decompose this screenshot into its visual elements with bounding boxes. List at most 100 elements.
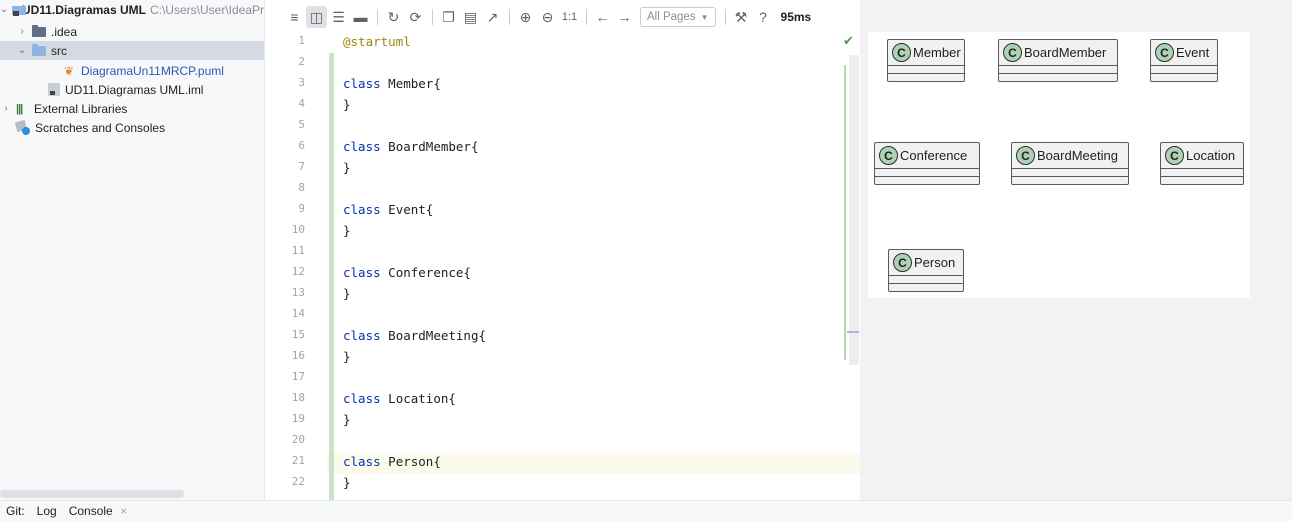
line-number: 1 [298,34,305,47]
close-icon[interactable]: × [120,504,127,518]
uml-class-name: BoardMeeting [1037,148,1118,163]
code-text: Person{ [380,454,441,469]
code-line[interactable]: } [343,94,351,115]
uml-class-member[interactable]: C Member [887,39,965,82]
copy-diagram-icon[interactable]: ❐ [438,6,459,28]
chevron-right-icon[interactable]: › [16,26,28,37]
toolbar-separator [509,9,510,25]
code-line[interactable]: class Member{ [343,73,441,94]
uml-class-person[interactable]: C Person [888,249,964,292]
scratches-icon [16,121,30,135]
uml-class-conference[interactable]: C Conference [874,142,980,185]
tree-item-project-root[interactable]: ⌄ UD11.Diagramas UML C:\Users\User\IdeaP… [0,0,264,19]
tree-item-label: src [51,43,67,58]
module-icon [12,4,26,16]
git-label: Git: [6,504,25,518]
tree-item-external-libraries[interactable]: › ||| External Libraries [0,99,264,118]
code-line[interactable]: class Location{ [343,388,456,409]
gutter-spacer [329,30,334,53]
tree-item-iml-file[interactable]: UD11.Diagramas UML.iml [0,80,264,99]
line-number: 19 [291,412,305,425]
code-line[interactable]: } [343,283,351,304]
code-editor[interactable]: 1 2 3 4 5 6 7 8 9 10 11 12 13 14 15 16 17 18 19 20 21 22 @sta… [264,0,861,500]
tree-item-src[interactable]: ⌄ src [0,41,264,60]
chevron-down-icon[interactable]: ⌄ [0,4,8,15]
code-text: Conference{ [380,265,471,280]
code-line[interactable]: class BoardMember{ [343,136,478,157]
zoom-out-icon[interactable]: ⊖ [537,6,558,28]
uml-class-name: Event [1176,45,1210,60]
save-diagram-icon[interactable]: ▤ [460,6,481,28]
code-text: } [343,349,351,364]
code-text: } [343,412,351,427]
next-page-icon[interactable]: → [614,6,635,28]
code-line[interactable]: @startuml [343,31,411,52]
code-line[interactable]: } [343,346,351,367]
code-line[interactable]: } [343,472,351,493]
settings-wrench-icon[interactable]: ⚒ [731,6,752,28]
code-line[interactable]: class Event{ [343,199,433,220]
code-line[interactable]: class BoardMeeting{ [343,325,486,346]
fields-section [889,275,963,283]
code-line[interactable]: } [343,157,351,178]
tab-log[interactable]: Log [37,504,57,518]
line-number: 21 [291,454,305,467]
actual-size-button[interactable]: 1:1 [559,6,580,28]
code-keyword: class [343,76,381,91]
preview-only-layout-icon[interactable]: ☰ [328,6,349,28]
line-number: 22 [291,475,305,488]
previous-page-icon[interactable]: ← [592,6,613,28]
vcs-change-marker[interactable] [329,53,334,500]
code-line[interactable]: } [343,220,351,241]
chevron-down-icon[interactable]: ⌄ [16,45,28,56]
auto-refresh-icon[interactable]: ⟳ [405,6,426,28]
code-line[interactable]: class Conference{ [343,262,471,283]
refresh-icon[interactable]: ↻ [383,6,404,28]
help-button[interactable]: ? [753,6,774,28]
line-number-gutter: 1 2 3 4 5 6 7 8 9 10 11 12 13 14 15 16 17 18 19 20 21 22 [265,30,325,500]
line-number: 3 [298,76,305,89]
code-text: BoardMember{ [380,139,479,154]
methods-section [875,176,979,184]
uml-class-boardmeeting[interactable]: C BoardMeeting [1011,142,1129,185]
uml-class-location[interactable]: C Location [1160,142,1244,185]
plantuml-file-icon: ❦ [63,63,75,78]
uml-class-boardmember[interactable]: C BoardMember [998,39,1118,82]
line-number: 2 [298,55,305,68]
tree-item-label: External Libraries [34,101,128,116]
plantuml-toolbar: ≡ ◫ ☰ ▬ ↻ ⟳ ❐ ▤ ↗ ⊕ ⊖ 1:1 ← → All Pages … [284,5,811,29]
tree-item-label: UD11.Diagramas UML.iml [65,82,204,97]
uml-class-event[interactable]: C Event [1150,39,1218,82]
tab-console[interactable]: Console × [69,504,127,518]
render-time-label: 95ms [780,10,812,24]
scrollbar-caret-marker [847,331,859,333]
tree-item-scratches[interactable]: Scratches and Consoles [0,118,264,137]
module-file-icon [48,83,60,96]
tree-item-label: DiagramaUn11MRCP.puml [81,63,224,78]
chevron-right-icon[interactable]: › [0,103,12,114]
editor-vertical-scrollbar[interactable] [849,55,859,365]
editor-only-layout-icon[interactable]: ≡ [284,6,305,28]
inspection-ok-icon[interactable]: ✔ [843,33,854,49]
uml-class-name: BoardMember [1024,45,1107,60]
line-number: 6 [298,139,305,152]
tree-horizontal-scrollbar[interactable] [0,490,184,498]
tree-item-idea[interactable]: › .idea [0,22,264,41]
tree-item-puml-file[interactable]: ❦ DiagramaUn11MRCP.puml [0,61,264,80]
code-line[interactable]: class Person{ [343,451,441,472]
uml-diagram-canvas[interactable]: C Member C BoardMember C Event C Conference … [868,32,1250,298]
pages-dropdown[interactable]: All Pages ▼ [640,7,716,27]
tab-console-label: Console [68,504,113,518]
line-number: 17 [291,370,305,383]
line-number: 5 [298,118,305,131]
image-preview-icon[interactable]: ▬ [350,6,371,28]
code-line[interactable]: } [343,409,351,430]
class-badge-icon: C [892,43,911,62]
open-external-icon[interactable]: ↗ [482,6,503,28]
code-text: } [343,97,351,112]
tree-item-label: Scratches and Consoles [35,120,166,135]
zoom-in-icon[interactable]: ⊕ [515,6,536,28]
split-layout-icon[interactable]: ◫ [306,6,327,28]
fields-section [875,168,979,176]
line-number: 11 [291,244,305,257]
